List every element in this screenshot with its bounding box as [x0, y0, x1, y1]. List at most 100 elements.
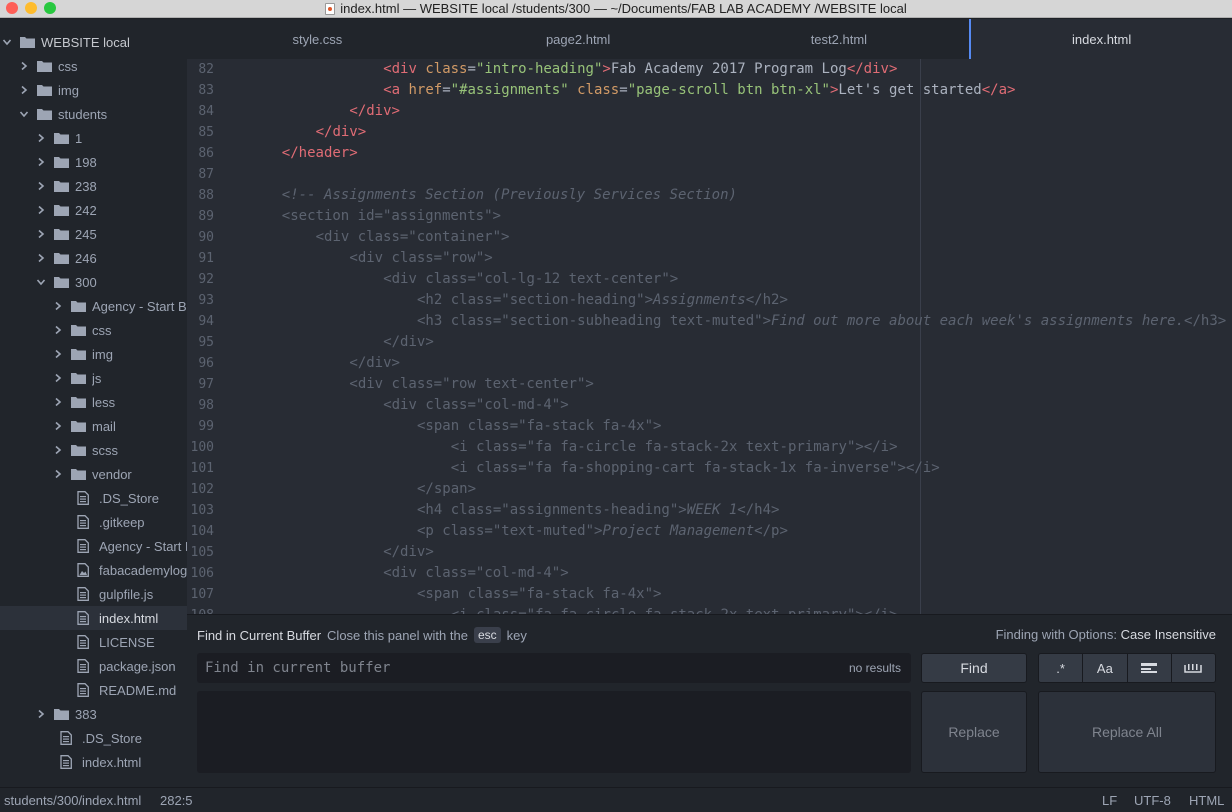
tree-toggle[interactable]	[53, 325, 63, 335]
tree-file[interactable]: fabacademylogo.jpg	[0, 558, 187, 582]
tree-file[interactable]: Agency - Start Bootstrap Theme	[0, 534, 187, 558]
tree-folder[interactable]: 246	[0, 246, 187, 270]
tree-folder[interactable]: 238	[0, 174, 187, 198]
tree-toggle[interactable]	[53, 421, 63, 431]
tree-file[interactable]: gulpfile.js	[0, 582, 187, 606]
replace-button[interactable]: Replace	[921, 691, 1027, 773]
file-icon	[77, 491, 89, 505]
tree-folder[interactable]: img	[0, 342, 187, 366]
tree-toggle[interactable]	[53, 397, 63, 407]
tree-folder[interactable]: 245	[0, 222, 187, 246]
find-panel: Find in Current Buffer Close this panel …	[187, 614, 1232, 787]
code-line: <div class="row">	[349, 248, 492, 269]
case-sensitive-toggle-button[interactable]: Aa	[1083, 654, 1128, 682]
code-token: </p>	[754, 523, 788, 539]
tree-toggle[interactable]	[36, 181, 46, 191]
code-token: "#assignments"	[450, 82, 569, 98]
tree-item-label: .DS_Store	[82, 730, 142, 746]
tree-item-label: img	[92, 346, 113, 362]
editor-pane[interactable]: 82 83 84 85 86 87 88 89 90 91 92 93 94 95 96 97 98 99 100 1…	[187, 59, 1232, 614]
status-encoding[interactable]: UTF-8	[1134, 793, 1171, 808]
tree-file[interactable]: LICENSE	[0, 630, 187, 654]
tree-toggle[interactable]	[36, 157, 46, 167]
folder-icon	[54, 277, 69, 288]
tree-toggle[interactable]	[36, 253, 46, 263]
folder-icon	[20, 37, 35, 48]
tree-file[interactable]: index.html	[0, 606, 187, 630]
whole-word-toggle-button[interactable]	[1171, 654, 1215, 682]
tab-label: page2.html	[545, 31, 611, 47]
tree-toggle[interactable]	[19, 109, 29, 119]
zoom-window-button[interactable]	[44, 2, 56, 14]
tree-toggle[interactable]	[36, 277, 46, 287]
tree-toggle[interactable]	[36, 229, 46, 239]
tree-root-toggle[interactable]	[2, 37, 12, 47]
replace-input[interactable]	[197, 691, 911, 773]
tree-folder[interactable]: 242	[0, 198, 187, 222]
tree-folder[interactable]: css	[0, 318, 187, 342]
tree-folder[interactable]: 300	[0, 270, 187, 294]
tree-toggle[interactable]	[19, 85, 29, 95]
tree-toggle[interactable]	[36, 133, 46, 143]
tree-toggle[interactable]	[53, 373, 63, 383]
tree-item-label: .DS_Store	[99, 490, 159, 506]
close-window-button[interactable]	[6, 2, 18, 14]
minimize-window-button[interactable]	[25, 2, 37, 14]
tab-style-css[interactable]: style.css	[187, 19, 448, 59]
tree-toggle[interactable]	[19, 61, 29, 71]
tree-item-label: css	[92, 322, 112, 338]
tree-toggle[interactable]	[53, 445, 63, 455]
tab-index-html[interactable]: index.html	[969, 19, 1232, 59]
tree-folder[interactable]: js	[0, 366, 187, 390]
tree-file[interactable]: package.json	[0, 654, 187, 678]
code-line: <a href="#assignments" class="page-scrol…	[383, 80, 1015, 101]
tree-folder[interactable]: mail	[0, 414, 187, 438]
tree-folder[interactable]: img	[0, 78, 187, 102]
code-token: <div class="col-md-4">	[383, 565, 569, 581]
status-cursor-position[interactable]: 282:5	[160, 793, 193, 808]
chevron-right-icon	[55, 373, 62, 383]
tree-folder[interactable]: css	[0, 54, 187, 78]
tab-test2-html[interactable]: test2.html	[709, 19, 970, 59]
tree-folder[interactable]: 1	[0, 126, 187, 150]
tree-item-label: mail	[92, 418, 116, 434]
regex-toggle-button[interactable]: .*	[1039, 654, 1084, 682]
tree-folder[interactable]: 383	[0, 702, 187, 726]
tree-file[interactable]: .DS_Store	[0, 726, 187, 750]
code-line: </span>	[417, 479, 476, 500]
tree-item-label: .gitkeep	[99, 514, 145, 530]
find-input[interactable]	[197, 653, 817, 683]
tree-root[interactable]: WEBSITE local	[0, 30, 187, 54]
tree-folder[interactable]: vendor	[0, 462, 187, 486]
tree-folder[interactable]: less	[0, 390, 187, 414]
find-input-container: no results	[197, 653, 911, 683]
tree-folder[interactable]: students	[0, 102, 187, 126]
tree-toggle[interactable]	[53, 349, 63, 359]
tree-item-label: index.html	[99, 610, 159, 626]
find-button[interactable]: Find	[921, 653, 1027, 683]
tree-file[interactable]: .gitkeep	[0, 510, 187, 534]
tree-folder[interactable]: scss	[0, 438, 187, 462]
tree-toggle[interactable]	[36, 205, 46, 215]
tree-toggle[interactable]	[53, 301, 63, 311]
tree-toggle[interactable]	[53, 469, 63, 479]
tree-file[interactable]: README.md	[0, 678, 187, 702]
tab-page2-html[interactable]: page2.html	[448, 19, 709, 59]
tree-toggle[interactable]	[36, 709, 46, 719]
code-token: =	[442, 82, 451, 98]
in-selection-icon	[1141, 663, 1158, 673]
tree-file[interactable]: index.html	[0, 750, 187, 774]
status-line-ending[interactable]: LF	[1102, 793, 1117, 808]
chevron-right-icon	[38, 157, 45, 167]
line-number: 83	[198, 83, 214, 98]
status-file-path[interactable]: students/300/index.html	[4, 793, 141, 808]
tree-file[interactable]: .DS_Store	[0, 486, 187, 510]
tree-folder[interactable]: 198	[0, 150, 187, 174]
tree-folder[interactable]: Agency - Start Bootstrap Theme	[0, 294, 187, 318]
status-grammar[interactable]: HTML	[1189, 793, 1224, 808]
in-selection-toggle-button[interactable]	[1127, 654, 1172, 682]
tab-label: index.html	[1072, 31, 1132, 47]
replace-all-button[interactable]: Replace All	[1038, 691, 1216, 773]
code-token: <i class="fa fa-circle fa-stack-2x text-…	[451, 607, 898, 614]
